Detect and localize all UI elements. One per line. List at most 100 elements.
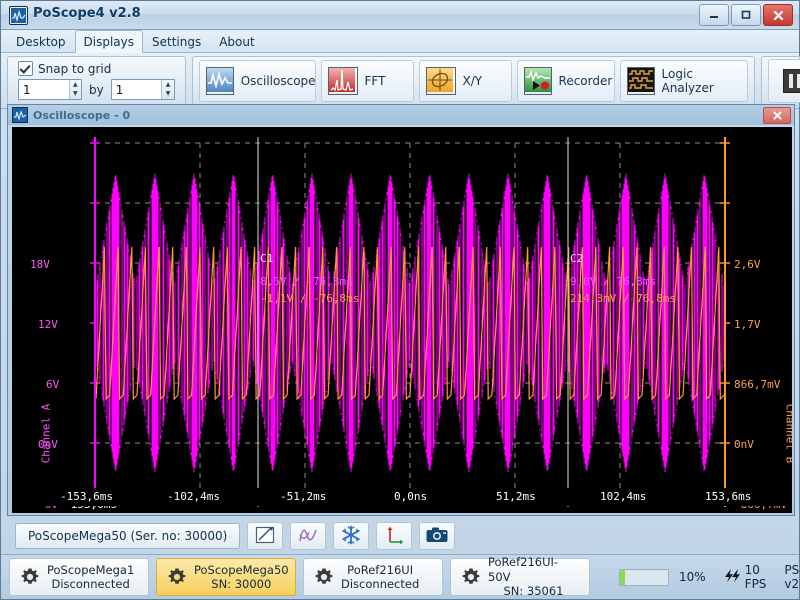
snap-to-grid-label: Snap to grid (38, 61, 112, 76)
time-tick-5: 102,4ms (600, 490, 647, 503)
displays-group: Oscilloscope FFT X/Y Recorder Logic Anal… (191, 55, 755, 106)
grid-cols-down-icon[interactable]: ▼ (70, 90, 81, 100)
axes-button[interactable] (376, 522, 413, 550)
axes-icon (384, 526, 404, 547)
display-button-oscilloscope[interactable]: Oscilloscope (198, 59, 316, 102)
xy-icon (425, 66, 456, 95)
cursor-c2-label: C2 (570, 252, 584, 265)
fft-icon (327, 66, 358, 95)
right-axis-tick-1: 1,7V (734, 318, 761, 331)
cursor-c1-channel-a-readout: 8,5V / -76,8ms (260, 275, 353, 288)
ribbon-toolbar: Snap to grid ▲ ▼ by ▲ (1, 53, 800, 109)
display-button-xy[interactable]: X/Y (418, 59, 512, 102)
channel-b-axis-label: Channel B (783, 403, 793, 464)
right-axis-tick-2: 866,7mV (734, 378, 781, 391)
left-axis-tick-1: 12V (38, 318, 58, 331)
device-card-text: PoRef216UI Disconnected (341, 563, 419, 592)
gear-icon (461, 567, 481, 587)
display-button-fft[interactable]: FFT (320, 59, 414, 102)
device-card-poscopemega1[interactable]: PoScopeMega1 Disconnected (9, 558, 149, 596)
application-window: PoScope4 v2.8 Desktop Displays Settings … (0, 0, 800, 600)
gear-icon (314, 567, 334, 587)
device-card-text: PoScopeMega50 SN: 30000 (194, 563, 289, 592)
left-axis-tick-2: 6V (46, 378, 60, 391)
maximize-button[interactable] (731, 4, 761, 26)
status-bar: PoScopeMega1 Disconnected PoScopeMega50 … (1, 554, 800, 599)
window-controls (699, 4, 793, 26)
freeze-icon (341, 525, 361, 548)
display-label-fft: FFT (364, 73, 386, 88)
screenshot-button[interactable] (419, 522, 456, 550)
snap-to-grid-row[interactable]: Snap to grid (18, 61, 175, 76)
grid-cols-input[interactable] (19, 80, 69, 99)
fps-indicator: 10 FPS (724, 563, 766, 591)
display-button-recorder[interactable]: Recorder (516, 59, 615, 102)
device-status: Disconnected (51, 577, 130, 591)
cursor-c1-channel-b-readout: -1,1V / -76,8ms (260, 292, 360, 305)
time-tick-0: -153,6ms (60, 490, 113, 503)
snap-to-grid-checkbox[interactable] (18, 61, 33, 76)
grid-cols-stepper[interactable]: ▲ ▼ (18, 79, 82, 100)
oscilloscope-window-close-button[interactable] (763, 107, 791, 124)
oscilloscope-window-icon (12, 107, 28, 123)
grid-cols-up-icon[interactable]: ▲ (70, 80, 81, 90)
buffer-progress-bar (619, 568, 669, 586)
device-name: PoRef216UI (347, 562, 414, 577)
device-card-poref216ui-50v[interactable]: PoRef216UI-50V SN: 35061 (450, 555, 590, 599)
menu-item-desktop[interactable]: Desktop (7, 30, 75, 52)
grid-rows-up-icon[interactable]: ▲ (162, 80, 173, 90)
device-selector[interactable]: PoScopeMega50 (Ser. no: 30000) (15, 523, 241, 549)
time-tick-2: -51,2ms (280, 490, 327, 503)
display-button-logic-analyzer[interactable]: Logic Analyzer (619, 59, 748, 102)
right-axis-tick-0: 2,6V (734, 258, 761, 271)
display-label-recorder: Recorder (558, 73, 613, 88)
freeze-button[interactable] (333, 522, 370, 550)
scope-plot-area[interactable]: 18V 12V 6V 0nV -6V -12V -18V 2,6V 1,7V 8… (12, 127, 792, 513)
device-name: PoScopeMega50 (194, 562, 289, 577)
grid-by-label: by (89, 82, 104, 97)
gear-icon (20, 567, 40, 587)
right-axis-tick-3: 0nV (734, 438, 754, 451)
title-bar: PoScope4 v2.8 (1, 1, 799, 30)
grid-rows-input[interactable] (111, 80, 162, 99)
grid-cols-spin-arrows[interactable]: ▲ ▼ (68, 80, 81, 100)
draw-tool-button[interactable] (247, 522, 284, 550)
camera-icon (426, 526, 448, 546)
device-status: SN: 35061 (503, 584, 564, 599)
grid-rows-down-icon[interactable]: ▼ (162, 90, 173, 100)
display-label-oscilloscope: Oscilloscope (240, 73, 316, 88)
oscilloscope-icon (205, 66, 234, 95)
analyze-group: Analyze (760, 55, 800, 106)
draw-icon (255, 526, 275, 547)
menu-bar: Desktop Displays Settings About (1, 30, 799, 53)
window-title: PoScope4 v2.8 (33, 6, 141, 21)
waveform-icon (298, 526, 318, 547)
device-toolbar: PoScopeMega50 (Ser. no: 30000) (7, 519, 795, 553)
grid-rows-spin-arrows[interactable]: ▲ ▼ (161, 80, 174, 100)
cursor-c2-channel-a-readout: 9,0V / 76,8ms (570, 275, 657, 288)
analyze-button[interactable]: Analyze (767, 58, 800, 103)
oscilloscope-window: Oscilloscope - 0 18V 12V 6V 0nV 2,6V 1,7… (7, 104, 795, 516)
grid-rows-stepper[interactable]: ▲ ▼ (110, 79, 175, 100)
app-icon (9, 6, 28, 25)
cursor-c2-channel-b-readout: 214,3mV / 76,8ms (570, 292, 676, 305)
status-indicators: 10% 10 FPS PS4 v2.8 (619, 563, 800, 591)
close-button[interactable] (763, 4, 793, 26)
device-status: Disconnected (341, 577, 420, 591)
menu-item-about[interactable]: About (210, 30, 263, 52)
scope-canvas[interactable] (12, 127, 792, 513)
display-label-logic-analyzer: Logic Analyzer (661, 66, 714, 95)
device-card-text: PoScopeMega1 Disconnected (47, 563, 134, 592)
device-card-poscopemega50[interactable]: PoScopeMega50 SN: 30000 (156, 558, 296, 596)
lightning-icon (724, 568, 740, 586)
channel-a-axis-label: Channel A (39, 403, 53, 464)
device-card-poref216ui[interactable]: PoRef216UI Disconnected (303, 558, 443, 596)
menu-item-settings[interactable]: Settings (143, 30, 210, 52)
snap-to-grid-box: Snap to grid ▲ ▼ by ▲ (14, 61, 179, 100)
minimize-button[interactable] (699, 4, 729, 26)
device-status: SN: 30000 (211, 577, 272, 591)
oscilloscope-window-titlebar[interactable]: Oscilloscope - 0 (8, 105, 794, 125)
menu-item-displays[interactable]: Displays (74, 30, 143, 53)
waveform-tool-button[interactable] (290, 522, 327, 550)
grid-settings-group: Snap to grid ▲ ▼ by ▲ (7, 55, 186, 106)
